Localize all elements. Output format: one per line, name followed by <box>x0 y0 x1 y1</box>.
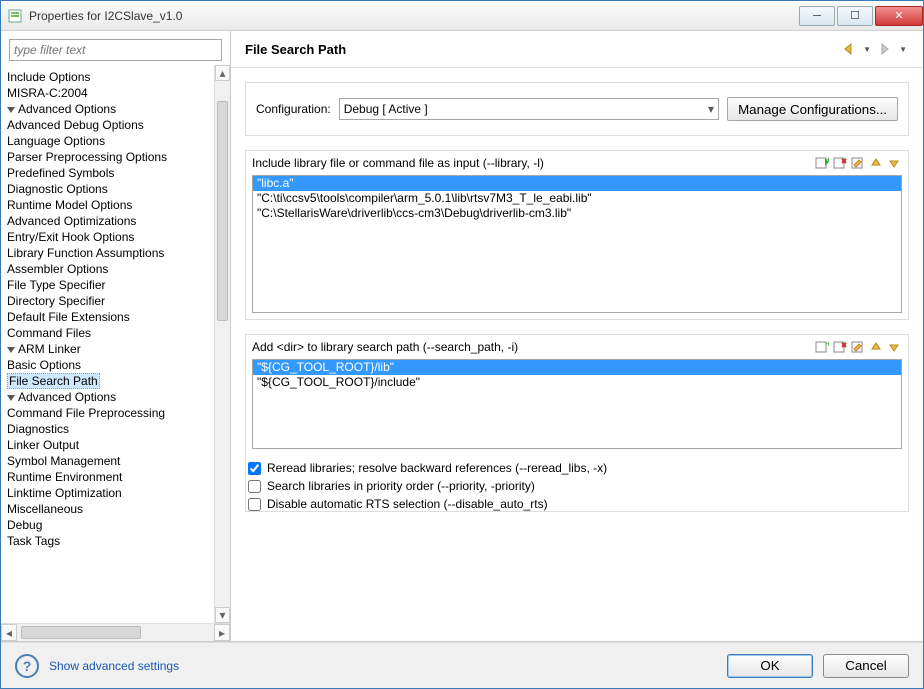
tree-item[interactable]: ARM Linker <box>5 341 214 357</box>
tree-item[interactable]: Miscellaneous <box>5 501 214 517</box>
tree-item[interactable]: Diagnostic Options <box>5 181 214 197</box>
tree-item[interactable]: Linker Output <box>5 437 214 453</box>
priority-checkbox[interactable]: Search libraries in priority order (--pr… <box>248 479 906 493</box>
disable-rts-checkbox[interactable]: Disable automatic RTS selection (--disab… <box>248 497 906 511</box>
list-item[interactable]: "${CG_TOOL_ROOT}/include" <box>253 375 901 390</box>
page-nav: ▼ ▼ <box>841 41 909 57</box>
maximize-button[interactable]: ☐ <box>837 6 873 26</box>
scroll-up-icon[interactable]: ▴ <box>215 65 230 81</box>
nav-back-menu[interactable]: ▼ <box>861 45 873 54</box>
tree-item[interactable]: Symbol Management <box>5 453 214 469</box>
filter-input[interactable] <box>9 39 222 61</box>
minimize-button[interactable]: ─ <box>799 6 835 26</box>
tree-item[interactable]: Advanced Options <box>5 101 214 117</box>
settings-pane: File Search Path ▼ ▼ Configuration: Debu… <box>231 31 923 641</box>
tree-item[interactable]: Runtime Model Options <box>5 197 214 213</box>
window-title: Properties for I2CSlave_v1.0 <box>29 9 797 23</box>
svg-text:+: + <box>826 340 829 349</box>
disclosure-icon[interactable] <box>7 107 15 113</box>
hscroll-thumb[interactable] <box>21 626 141 639</box>
configuration-value: Debug [ Active ] <box>344 102 428 116</box>
reread-libs-checkbox[interactable]: Reread libraries; resolve backward refer… <box>248 461 906 475</box>
scroll-down-icon[interactable]: ▾ <box>215 607 230 623</box>
manage-configurations-button[interactable]: Manage Configurations... <box>727 97 898 121</box>
tree-item[interactable]: Assembler Options <box>5 261 214 277</box>
tree-item[interactable]: Advanced Options <box>5 389 214 405</box>
window-buttons: ─ ☐ ✕ <box>797 6 923 26</box>
tree-item[interactable]: Command File Preprocessing <box>5 405 214 421</box>
close-button[interactable]: ✕ <box>875 6 923 26</box>
list-item[interactable]: "C:\StellarisWare\driverlib\ccs-cm3\Debu… <box>253 206 901 221</box>
tree-item[interactable]: MISRA-C:2004 <box>5 85 214 101</box>
tree-item[interactable]: Task Tags <box>5 533 214 549</box>
edit-icon[interactable] <box>850 339 866 355</box>
tree-item[interactable]: Runtime Environment <box>5 469 214 485</box>
add-icon[interactable]: + <box>814 155 830 171</box>
ok-button[interactable]: OK <box>727 654 813 678</box>
tree-item[interactable]: Diagnostics <box>5 421 214 437</box>
list-item[interactable]: "C:\ti\ccsv5\tools\compiler\arm_5.0.1\li… <box>253 191 901 206</box>
scroll-left-icon[interactable]: ◂ <box>1 624 17 641</box>
scroll-thumb[interactable] <box>217 101 228 321</box>
tree-item[interactable]: Directory Specifier <box>5 293 214 309</box>
tree-item[interactable]: Parser Preprocessing Options <box>5 149 214 165</box>
list-item[interactable]: "libc.a" <box>253 176 901 191</box>
cancel-button[interactable]: Cancel <box>823 654 909 678</box>
scroll-right-icon[interactable]: ▸ <box>214 624 230 641</box>
nav-fwd-icon[interactable] <box>877 41 893 57</box>
delete-icon[interactable] <box>832 339 848 355</box>
tree-item[interactable]: Language Options <box>5 133 214 149</box>
reread-libs-label: Reread libraries; resolve backward refer… <box>267 461 607 475</box>
tree-hscrollbar[interactable]: ◂ ▸ <box>1 624 230 641</box>
nav-back-icon[interactable] <box>841 41 857 57</box>
move-down-icon[interactable] <box>886 155 902 171</box>
tree-item[interactable]: Entry/Exit Hook Options <box>5 229 214 245</box>
tree-item[interactable]: Command Files <box>5 325 214 341</box>
tree-item[interactable]: File Search Path <box>5 373 214 389</box>
tree-vscrollbar[interactable]: ▴ ▾ <box>214 65 230 623</box>
list-item[interactable]: "${CG_TOOL_ROOT}/lib" <box>253 360 901 375</box>
tree-item[interactable]: Linktime Optimization <box>5 485 214 501</box>
button-bar: ? Show advanced settings OK Cancel <box>1 642 923 688</box>
configuration-row: Configuration: Debug [ Active ] Manage C… <box>245 82 909 136</box>
library-files-list[interactable]: "libc.a""C:\ti\ccsv5\tools\compiler\arm_… <box>252 175 902 313</box>
library-files-group: Include library file or command file as … <box>245 150 909 320</box>
tree-item[interactable]: Debug <box>5 517 214 533</box>
library-files-label: Include library file or command file as … <box>252 156 812 170</box>
tree-item[interactable]: File Type Specifier <box>5 277 214 293</box>
tree-item[interactable]: Advanced Optimizations <box>5 213 214 229</box>
tree-item[interactable]: Basic Options <box>5 357 214 373</box>
priority-label: Search libraries in priority order (--pr… <box>267 479 535 493</box>
disclosure-icon[interactable] <box>7 395 15 401</box>
search-path-group: Add <dir> to library search path (--sear… <box>245 334 909 512</box>
configuration-label: Configuration: <box>256 102 331 116</box>
tree-item[interactable]: Predefined Symbols <box>5 165 214 181</box>
nav-fwd-menu[interactable]: ▼ <box>897 45 909 54</box>
category-tree[interactable]: Include OptionsMISRA-C:2004Advanced Opti… <box>1 65 214 623</box>
help-icon[interactable]: ? <box>15 654 39 678</box>
properties-dialog: Properties for I2CSlave_v1.0 ─ ☐ ✕ Inclu… <box>0 0 924 689</box>
add-icon[interactable]: + <box>814 339 830 355</box>
app-icon <box>7 8 23 24</box>
configuration-select[interactable]: Debug [ Active ] <box>339 98 719 120</box>
dialog-content: Include OptionsMISRA-C:2004Advanced Opti… <box>1 31 923 688</box>
edit-icon[interactable] <box>850 155 866 171</box>
svg-text:+: + <box>826 156 829 165</box>
delete-icon[interactable] <box>832 155 848 171</box>
search-path-label: Add <dir> to library search path (--sear… <box>252 340 812 354</box>
search-path-list[interactable]: "${CG_TOOL_ROOT}/lib""${CG_TOOL_ROOT}/in… <box>252 359 902 449</box>
move-up-icon[interactable] <box>868 155 884 171</box>
tree-item[interactable]: Advanced Debug Options <box>5 117 214 133</box>
titlebar[interactable]: Properties for I2CSlave_v1.0 ─ ☐ ✕ <box>1 1 923 31</box>
page-title: File Search Path <box>245 42 841 57</box>
tree-item[interactable]: Library Function Assumptions <box>5 245 214 261</box>
move-up-icon[interactable] <box>868 339 884 355</box>
tree-item[interactable]: Default File Extensions <box>5 309 214 325</box>
disclosure-icon[interactable] <box>7 347 15 353</box>
category-tree-pane: Include OptionsMISRA-C:2004Advanced Opti… <box>1 31 231 641</box>
move-down-icon[interactable] <box>886 339 902 355</box>
disable-rts-label: Disable automatic RTS selection (--disab… <box>267 497 548 511</box>
tree-item[interactable]: Include Options <box>5 69 214 85</box>
show-advanced-link[interactable]: Show advanced settings <box>49 659 179 673</box>
